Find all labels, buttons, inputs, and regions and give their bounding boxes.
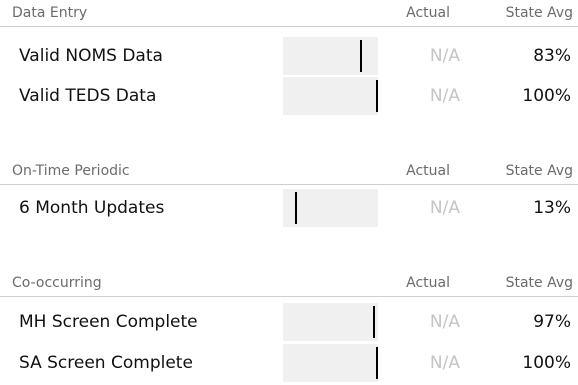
section-title: Co-occurring	[12, 275, 102, 291]
state-avg-value: 83%	[533, 46, 571, 66]
state-avg-marker	[376, 80, 378, 112]
metric-row: MH Screen Complete N/A 97%	[0, 303, 578, 341]
state-avg-column-header: State Avg	[505, 5, 573, 21]
bullet-bar	[283, 303, 378, 341]
state-avg-column-header: State Avg	[505, 163, 573, 179]
section-on-time-periodic: On-Time Periodic Actual State Avg	[0, 160, 578, 185]
state-avg-value: 13%	[533, 198, 571, 218]
section-co-occurring: Co-occurring Actual State Avg	[0, 272, 578, 297]
metric-label: MH Screen Complete	[19, 312, 198, 332]
section-header: Co-occurring Actual State Avg	[0, 272, 578, 297]
actual-value: N/A	[429, 312, 460, 332]
actual-column-header: Actual	[406, 163, 450, 179]
metric-row: 6 Month Updates N/A 13%	[0, 189, 578, 227]
metric-label: SA Screen Complete	[19, 353, 193, 373]
metric-row: Valid NOMS Data N/A 83%	[0, 37, 578, 75]
bullet-bar	[283, 37, 378, 75]
section-header: On-Time Periodic Actual State Avg	[0, 160, 578, 185]
actual-value: N/A	[429, 198, 460, 218]
metric-label: Valid TEDS Data	[19, 86, 157, 106]
bullet-bar	[283, 189, 378, 227]
bullet-bar	[283, 77, 378, 115]
state-avg-marker	[360, 40, 362, 72]
actual-value: N/A	[429, 86, 460, 106]
metric-label: Valid NOMS Data	[19, 46, 163, 66]
bullet-bar	[283, 344, 378, 382]
state-avg-marker	[376, 347, 378, 379]
actual-value: N/A	[429, 46, 460, 66]
state-avg-marker	[373, 306, 375, 338]
state-avg-value: 97%	[533, 312, 571, 332]
state-avg-marker	[295, 192, 297, 224]
metric-row: SA Screen Complete N/A 100%	[0, 344, 578, 382]
metric-label: 6 Month Updates	[19, 198, 165, 218]
state-avg-value: 100%	[522, 353, 571, 373]
actual-value: N/A	[429, 353, 460, 373]
actual-column-header: Actual	[406, 275, 450, 291]
section-title: Data Entry	[12, 5, 88, 21]
actual-column-header: Actual	[406, 5, 450, 21]
state-avg-value: 100%	[522, 86, 571, 106]
section-data-entry: Data Entry Actual State Avg	[0, 2, 578, 27]
section-header: Data Entry Actual State Avg	[0, 2, 578, 27]
metric-row: Valid TEDS Data N/A 100%	[0, 77, 578, 115]
state-avg-column-header: State Avg	[505, 275, 573, 291]
section-title: On-Time Periodic	[12, 163, 130, 179]
